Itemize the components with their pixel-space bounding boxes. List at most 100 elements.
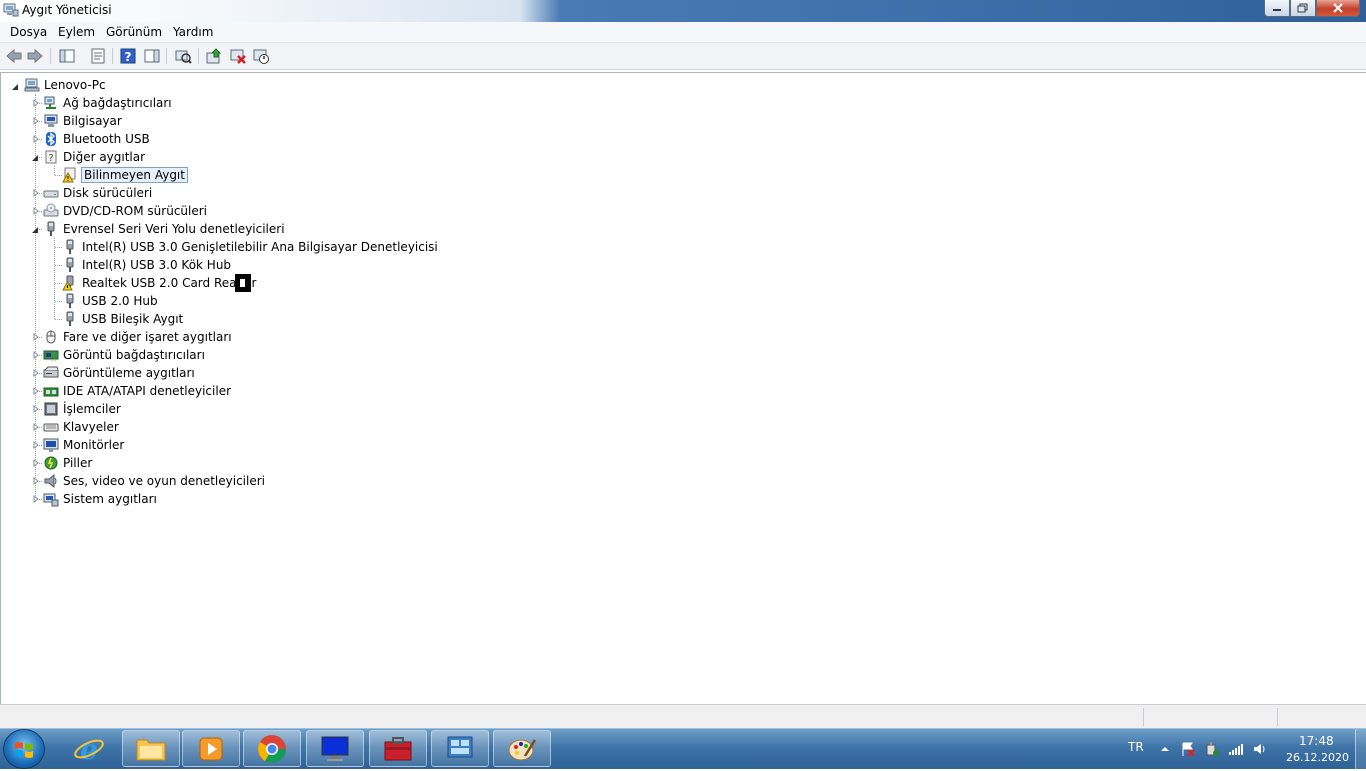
taskbar-paint[interactable]	[493, 730, 551, 767]
tree-root-label: Lenovo-Pc	[44, 78, 106, 92]
usb-icon	[66, 311, 74, 326]
tree-category-label: IDE ATA/ATAPI denetleyiciler	[63, 384, 232, 398]
tree-category[interactable]: İşlemciler	[43, 400, 121, 418]
expand-arrow-icon[interactable]	[32, 189, 40, 197]
collapse-arrow-icon[interactable]	[31, 226, 39, 234]
tree-category[interactable]: Evrensel Seri Veri Yolu denetleyicileri	[43, 220, 285, 238]
taskbar-toolbox[interactable]	[369, 730, 427, 767]
expand-arrow-icon[interactable]	[32, 441, 40, 449]
network-signal-icon[interactable]	[1228, 741, 1244, 757]
expand-arrow-icon[interactable]	[32, 387, 40, 395]
minimize-icon	[1273, 9, 1281, 11]
forward-arrow-icon[interactable]	[26, 47, 44, 65]
tree-category[interactable]: Klavyeler	[43, 418, 119, 436]
toolbar: ?	[0, 43, 1366, 70]
tree-device[interactable]: USB 2.0 Hub	[62, 292, 158, 310]
action-pane-icon[interactable]	[143, 47, 161, 65]
tree-device-label: Bilinmeyen Aygıt	[81, 167, 188, 183]
show-desktop-button[interactable]	[1355, 729, 1366, 769]
tree-category[interactable]: Bilgisayar	[43, 112, 122, 130]
expand-arrow-icon[interactable]	[32, 405, 40, 413]
minimize-button[interactable]	[1264, 0, 1290, 17]
expand-arrow-icon[interactable]	[32, 207, 40, 215]
device-tree[interactable]: Lenovo-Pc Ağ bağdaştırıcıları Bilgisayar B…	[0, 72, 1366, 704]
help-icon[interactable]: ?	[119, 47, 137, 65]
language-indicator[interactable]: TR	[1128, 740, 1144, 754]
maximize-button[interactable]	[1290, 0, 1316, 17]
tree-category[interactable]: Bluetooth USB	[43, 130, 150, 148]
expand-arrow-icon[interactable]	[32, 495, 40, 503]
tree-category[interactable]: Sistem aygıtları	[43, 490, 157, 508]
close-button[interactable]	[1316, 0, 1360, 17]
tree-category-label: Bluetooth USB	[63, 132, 150, 146]
tree-device[interactable]: Realtek USB 2.0 Card Reader	[62, 274, 256, 292]
taskbar-internet-explorer[interactable]: e	[60, 730, 118, 767]
disable-device-icon[interactable]	[252, 47, 270, 65]
taskbar-remote-desktop[interactable]	[306, 730, 364, 767]
taskbar-chrome[interactable]	[243, 730, 301, 767]
tree-category[interactable]: Görüntüleme aygıtları	[43, 364, 195, 382]
processor-icon	[44, 402, 58, 416]
expand-arrow-icon[interactable]	[32, 135, 40, 143]
expand-arrow-icon[interactable]	[32, 99, 40, 107]
menu-dosya[interactable]: Dosya	[10, 25, 47, 39]
taskbar: e TR 17:48 26.12.2020	[0, 728, 1366, 769]
taskbar-media-player[interactable]	[182, 730, 240, 767]
menu-yardim[interactable]: Yardım	[173, 25, 213, 39]
start-button[interactable]	[4, 730, 44, 768]
usb-icon	[66, 293, 74, 308]
taskbar-control-panel[interactable]	[431, 730, 489, 767]
volume-icon[interactable]	[1252, 741, 1268, 757]
tree-category-label: İşlemciler	[63, 402, 121, 416]
expand-arrow-icon[interactable]	[32, 459, 40, 467]
tree-category[interactable]: Monitörler	[43, 436, 124, 454]
expand-arrow-icon[interactable]	[32, 333, 40, 341]
expand-arrow-icon[interactable]	[32, 351, 40, 359]
tree-device[interactable]: Bilinmeyen Aygıt	[62, 166, 188, 184]
clock-time[interactable]: 17:48	[1299, 734, 1334, 748]
action-center-flag-icon[interactable]	[1180, 741, 1196, 757]
tree-category[interactable]: IDE ATA/ATAPI denetleyiciler	[43, 382, 231, 400]
expand-arrow-icon[interactable]	[32, 423, 40, 431]
tree-category[interactable]: ? Diğer aygıtlar	[43, 148, 145, 166]
expand-arrow-icon[interactable]	[32, 477, 40, 485]
tree-category[interactable]: Disk sürücüleri	[43, 184, 152, 202]
tree-device[interactable]: USB Bileşik Aygıt	[62, 310, 183, 328]
clock-date[interactable]: 26.12.2020	[1286, 751, 1349, 764]
tree-category[interactable]: DVD/CD-ROM sürücüleri	[43, 202, 207, 220]
computer-root-icon	[24, 78, 40, 92]
bluetooth-icon	[46, 132, 56, 146]
tree-category[interactable]: Piller	[43, 454, 92, 472]
menu-eylem[interactable]: Eylem	[58, 25, 95, 39]
tree-root[interactable]: Lenovo-Pc	[24, 76, 106, 94]
tree-category[interactable]: Görüntü bağdaştırıcıları	[43, 346, 205, 364]
taskbar-file-explorer[interactable]	[122, 730, 180, 767]
back-arrow-icon[interactable]	[5, 47, 23, 65]
control-panel-icon	[447, 736, 473, 757]
disk-drive-icon	[43, 190, 59, 198]
show-hide-console-tree-icon[interactable]	[58, 47, 76, 65]
imaging-device-icon	[43, 366, 59, 378]
collapse-arrow-icon[interactable]	[11, 83, 19, 91]
uninstall-device-icon[interactable]	[229, 47, 247, 65]
scan-hardware-changes-icon[interactable]	[174, 47, 192, 65]
tree-category[interactable]: Fare ve diğer işaret aygıtları	[43, 328, 232, 346]
update-driver-icon[interactable]	[205, 47, 223, 65]
show-hidden-icons-icon[interactable]	[1157, 741, 1173, 757]
expand-arrow-icon[interactable]	[32, 369, 40, 377]
menu-gorunum[interactable]: Görünüm	[106, 25, 162, 39]
tree-category[interactable]: Ağ bağdaştırıcıları	[43, 94, 172, 112]
redaction-marker	[235, 274, 251, 292]
usb-icon	[66, 239, 74, 254]
tree-category[interactable]: Ses, video ve oyun denetleyicileri	[43, 472, 265, 490]
expand-arrow-icon[interactable]	[32, 117, 40, 125]
safely-remove-hardware-icon[interactable]	[1204, 741, 1220, 757]
properties-icon[interactable]	[89, 47, 107, 65]
tree-device[interactable]: Intel(R) USB 3.0 Kök Hub	[62, 256, 231, 274]
tree-device[interactable]: Intel(R) USB 3.0 Genişletilebilir Ana Bi…	[62, 238, 438, 256]
monitor-icon	[43, 438, 59, 452]
tree-category-label: Piller	[63, 456, 93, 470]
computer-icon	[44, 114, 58, 127]
remote-desktop-icon	[321, 736, 349, 761]
collapse-arrow-icon[interactable]	[31, 154, 39, 162]
